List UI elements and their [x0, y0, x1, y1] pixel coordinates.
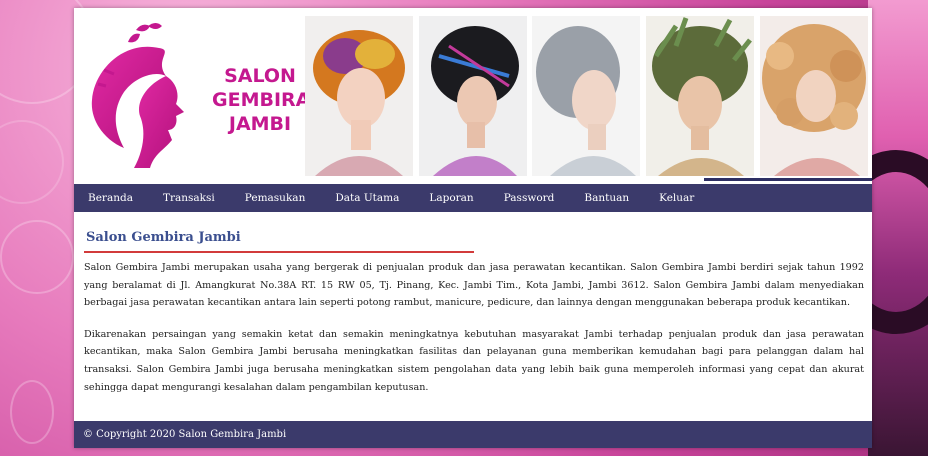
page-frame: SALON GEMBIRA JAMBI Beranda Transaksi Pe…: [74, 8, 872, 448]
main-nav: Beranda Transaksi Pemasukan Data Utama L…: [74, 184, 872, 212]
paragraph-about: Salon Gembira Jambi merupakan usaha yang…: [84, 262, 864, 309]
copyright-text: © Copyright 2020 Salon Gembira Jambi: [83, 429, 287, 440]
hairstyle-photo: [646, 16, 754, 176]
hairstyle-photo: [419, 16, 527, 176]
salon-logo-text: SALON GEMBIRA JAMBI: [212, 65, 311, 135]
main-content: Salon Gembira Jambi Salon Gembira Jambi …: [84, 230, 864, 410]
nav-item-beranda[interactable]: Beranda: [88, 192, 133, 204]
hairstyle-photo-strip: [305, 16, 869, 176]
nav-item-laporan[interactable]: Laporan: [429, 192, 473, 204]
salon-logo: SALON GEMBIRA JAMBI: [84, 20, 310, 170]
header-banner: SALON GEMBIRA JAMBI: [74, 8, 872, 181]
paragraph-purpose: Dikarenakan persaingan yang semakin keta…: [84, 328, 864, 393]
hairstyle-photo: [305, 16, 413, 176]
nav-item-pemasukan[interactable]: Pemasukan: [245, 192, 306, 204]
header-divider: [704, 178, 872, 181]
footer: © Copyright 2020 Salon Gembira Jambi: [74, 421, 872, 448]
hairstyle-photo: [532, 16, 640, 176]
nav-item-transaksi[interactable]: Transaksi: [163, 192, 215, 204]
nav-item-password[interactable]: Password: [504, 192, 555, 204]
nav-item-bantuan[interactable]: Bantuan: [584, 192, 629, 204]
title-underline: [84, 251, 474, 253]
page-title: Salon Gembira Jambi: [86, 230, 241, 245]
nav-item-keluar[interactable]: Keluar: [659, 192, 694, 204]
nav-item-data-utama[interactable]: Data Utama: [335, 192, 399, 204]
hairstyle-photo: [760, 16, 868, 176]
woman-silhouette-icon: [91, 23, 184, 168]
